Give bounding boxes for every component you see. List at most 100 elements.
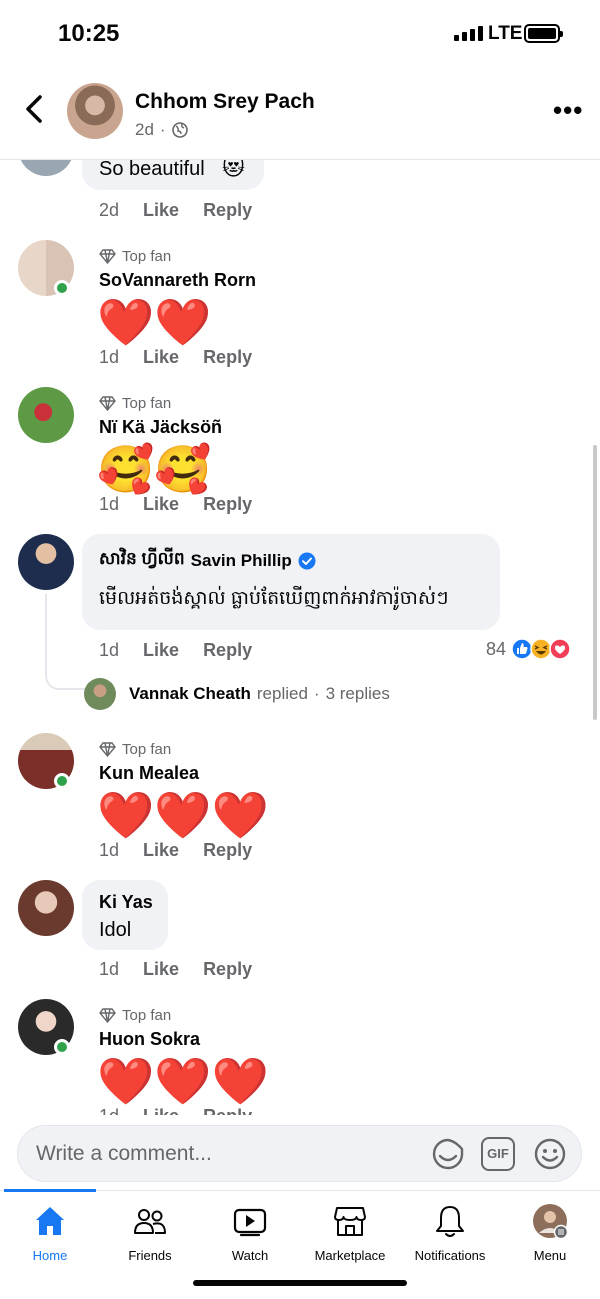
like-button[interactable]: Like <box>143 200 179 221</box>
like-button[interactable]: Like <box>143 347 179 368</box>
like-button[interactable]: Like <box>143 1106 179 1115</box>
comment-list: So beautiful 😻 2d Like Reply Top fan SoV… <box>0 160 600 1115</box>
post-meta: 2d · <box>135 120 188 140</box>
comment-time: 1d <box>99 347 120 367</box>
status-bar: 10:25 LTE <box>0 0 600 70</box>
comment-actions: 2d Like Reply <box>99 200 276 221</box>
top-fan-badge: Top fan <box>99 741 171 758</box>
tab-label: Home <box>32 1248 68 1263</box>
emoji-icon[interactable] <box>533 1137 567 1171</box>
comment-actions: 1d Like Reply <box>99 347 276 368</box>
tab-home[interactable]: Home <box>0 1203 100 1273</box>
chevron-left-icon[interactable] <box>22 94 46 124</box>
reaction-count: 84 <box>486 638 507 659</box>
comment-actions: 1d Like Reply <box>99 494 276 515</box>
tab-label: Watch <box>231 1248 269 1263</box>
comment-time: 1d <box>99 640 120 660</box>
reply-button[interactable]: Reply <box>203 959 252 980</box>
online-indicator <box>54 773 70 789</box>
reply-button[interactable]: Reply <box>203 640 252 661</box>
commenter-name[interactable]: Huon Sokra <box>99 1029 200 1050</box>
comment-time: 1d <box>99 959 120 979</box>
post-header: Chhom Srey Pach 2d · ••• <box>0 70 600 160</box>
tab-watch[interactable]: Watch <box>200 1203 300 1273</box>
comment-emoji: ❤️❤️❤️ <box>97 789 269 841</box>
tab-label: Friends <box>128 1248 172 1263</box>
top-fan-badge: Top fan <box>99 395 171 412</box>
commenter-avatar[interactable] <box>18 534 74 590</box>
post-age: 2d <box>135 120 154 139</box>
comment-item: Top fan SoVannareth Rorn ❤️❤️ 1d Like Re… <box>0 240 600 380</box>
comment-actions: 1d Like Reply <box>99 1106 276 1115</box>
home-indicator[interactable] <box>193 1280 407 1286</box>
reaction-summary[interactable]: 84 <box>486 638 571 660</box>
scrollbar[interactable] <box>593 445 597 720</box>
replier-name: Vannak Cheath <box>129 684 251 703</box>
comment-text: Idol <box>99 919 132 941</box>
tab-friends[interactable]: Friends <box>100 1203 200 1273</box>
like-button[interactable]: Like <box>143 640 179 661</box>
verified-badge-icon <box>298 552 316 569</box>
tab-menu[interactable]: Menu <box>500 1203 600 1273</box>
top-fan-badge: Top fan <box>99 1007 171 1024</box>
comment-placeholder: Write a comment... <box>36 1142 212 1165</box>
meta-separator: · <box>159 120 166 139</box>
commenter-avatar[interactable] <box>18 160 74 176</box>
tab-marketplace[interactable]: Marketplace <box>300 1203 400 1273</box>
comment-time: 2d <box>99 200 120 220</box>
badge-label: Top fan <box>122 1007 172 1024</box>
commenter-name[interactable]: Savin Phillip <box>191 551 292 571</box>
sticker-icon[interactable] <box>431 1137 465 1171</box>
online-indicator <box>54 280 70 296</box>
status-time: 10:25 <box>58 20 120 47</box>
tab-label: Menu <box>533 1248 567 1263</box>
like-button[interactable]: Like <box>143 959 179 980</box>
watch-icon <box>233 1208 267 1237</box>
comment-bubble: So beautiful 😻 <box>82 160 264 190</box>
comment-actions: 1d Like Reply <box>99 640 276 661</box>
comment-input[interactable]: Write a comment... GIF <box>17 1125 582 1182</box>
reply-button[interactable]: Reply <box>203 494 252 515</box>
comment-emoji: ❤️❤️ <box>97 296 212 348</box>
gif-icon[interactable]: GIF <box>481 1137 515 1171</box>
badge-label: Top fan <box>122 741 172 758</box>
network-label: LTE <box>488 23 523 44</box>
comment-emoji: 😻 <box>222 160 245 180</box>
comment-item: Top fan Nï Kä Jäcksöñ 🥰🥰 1d Like Reply <box>0 387 600 527</box>
friends-icon <box>134 1209 166 1234</box>
ellipsis-icon[interactable]: ••• <box>553 97 583 123</box>
reply-button[interactable]: Reply <box>203 1106 252 1115</box>
globe-icon <box>171 122 188 138</box>
view-replies[interactable]: Vannak Cheath replied · 3 replies <box>84 678 390 710</box>
signal-icon <box>454 26 483 41</box>
commenter-name[interactable]: Kun Mealea <box>99 763 199 784</box>
tab-notifications[interactable]: Notifications <box>400 1203 500 1273</box>
commenter-avatar[interactable] <box>18 880 74 936</box>
comment-bubble: សាវិន ហ្វីលីព Savin Phillip មើលអត់ចង់ស្គ… <box>82 534 500 630</box>
tab-label: Notifications <box>414 1248 486 1263</box>
comment-item: So beautiful 😻 2d Like Reply <box>0 160 600 235</box>
commenter-avatar[interactable] <box>18 387 74 443</box>
menu-avatar-icon <box>533 1204 568 1239</box>
like-button[interactable]: Like <box>143 494 179 515</box>
online-indicator <box>54 1039 70 1055</box>
home-icon <box>36 1207 64 1235</box>
commenter-name[interactable]: Ki Yas <box>99 892 153 913</box>
love-reaction-icon <box>549 638 571 660</box>
comment-item: Ki Yas Idol 1d Like Reply <box>0 880 600 1005</box>
commenter-name[interactable]: Nï Kä Jäcksöñ <box>99 417 222 438</box>
commenter-name-khmer[interactable]: សាវិន ហ្វីលីព <box>99 548 185 573</box>
reply-button[interactable]: Reply <box>203 840 252 861</box>
comment-actions: 1d Like Reply <box>99 959 276 980</box>
like-button[interactable]: Like <box>143 840 179 861</box>
author-name[interactable]: Chhom Srey Pach <box>135 90 315 114</box>
comment-time: 1d <box>99 494 120 514</box>
comment-time: 1d <box>99 840 120 860</box>
reply-button[interactable]: Reply <box>203 200 252 221</box>
commenter-name[interactable]: SoVannareth Rorn <box>99 270 256 291</box>
marketplace-icon <box>334 1207 366 1236</box>
reply-button[interactable]: Reply <box>203 347 252 368</box>
diamond-icon <box>99 249 116 264</box>
battery-icon <box>524 24 563 43</box>
author-avatar[interactable] <box>67 83 123 139</box>
